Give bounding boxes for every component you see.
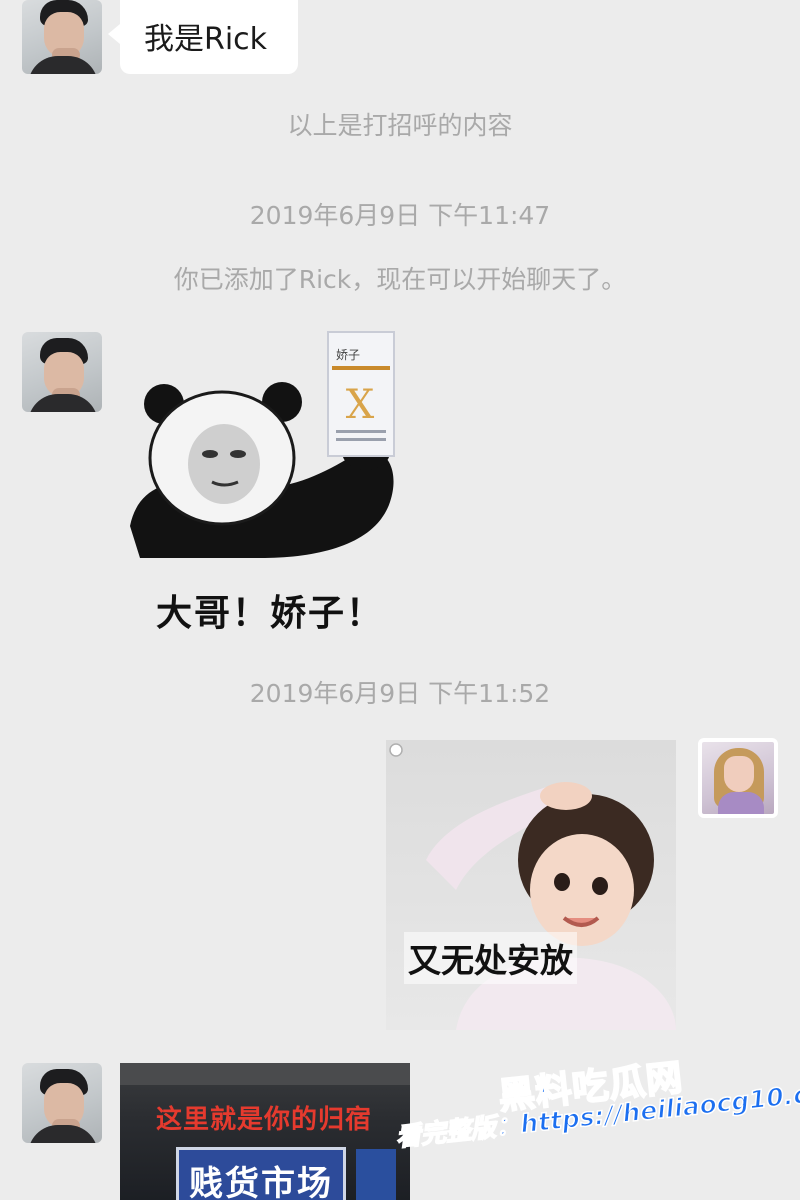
my-avatar[interactable] <box>698 738 778 818</box>
panda-meme-image: X <box>130 331 395 558</box>
message-bubble-greeting[interactable]: 我是Rick <box>108 0 298 74</box>
sign-red-text: 这里就是你的归宿 <box>156 1105 373 1135</box>
sticker-caption: 又无处安放 <box>404 932 577 984</box>
cigarette-brand-label: 娇子 <box>336 348 361 362</box>
contact-avatar-rick[interactable] <box>22 0 102 74</box>
sign-board: 贱货市场 <box>176 1147 346 1200</box>
contact-avatar-rick[interactable] <box>22 332 102 412</box>
svg-text:X: X <box>346 382 375 428</box>
market-sign-image[interactable]: 这里就是你的归宿 贱货市场 <box>120 1063 410 1200</box>
sign-roof <box>120 1063 410 1085</box>
message-text: 我是Rick <box>144 22 268 57</box>
sign-side-panel <box>356 1149 396 1200</box>
baby-meme-image <box>389 743 676 1030</box>
sign-board-text: 贱货市场 <box>189 1164 333 1200</box>
greeting-system-note: 以上是打招呼的内容 <box>287 111 513 140</box>
friend-added-system-note: 你已添加了Rick，现在可以开始聊天了。 <box>173 265 627 294</box>
panda-meme-sticker[interactable]: X 娇子 大哥！娇子！ <box>120 326 420 646</box>
sticker-caption: 大哥！娇子！ <box>156 593 385 634</box>
timestamp-label: 2019年6月9日 下午11:52 <box>249 679 551 708</box>
baby-meme-sticker[interactable]: 又无处安放 <box>386 740 676 1030</box>
contact-avatar-rick[interactable] <box>22 1063 102 1143</box>
timestamp-label: 2019年6月9日 下午11:47 <box>249 201 551 230</box>
